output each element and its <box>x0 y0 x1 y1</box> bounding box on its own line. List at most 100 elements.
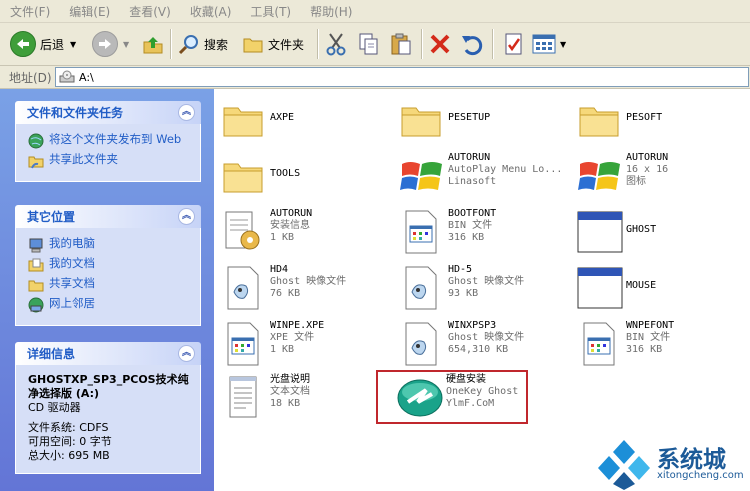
file-name: HD4 <box>270 264 289 275</box>
collapse-chevron-icon[interactable]: ︽ <box>178 104 195 121</box>
file-type: AutoPlay Menu Lo... <box>448 164 563 175</box>
place-my-computer[interactable]: 我的电脑 <box>28 237 192 253</box>
watermark-title: 系统城 <box>657 447 726 473</box>
tasks-panel-header[interactable]: 文件和文件夹任务 ︽ <box>15 101 201 124</box>
file-text: AUTORUN 16 x 16 图标 <box>626 152 668 188</box>
collapse-chevron-icon[interactable]: ︽ <box>178 345 195 362</box>
up-folder-button[interactable] <box>142 28 164 60</box>
file-name: BOOTFONT <box>448 208 497 219</box>
file-text: WINXPSP3 Ghost 映像文件 654,310 KB <box>448 320 524 356</box>
place-my-documents[interactable]: 我的文档 <box>28 257 192 273</box>
menu-view[interactable]: 查看(V) <box>119 3 180 20</box>
file-folder-tasks-panel: 文件和文件夹任务 ︽ 将这个文件夹发布到 Web 共享此文件夹 <box>15 101 201 182</box>
file-type: XPE 文件 <box>270 332 315 343</box>
folder-icon <box>223 163 263 193</box>
file-item[interactable]: AUTORUN 16 x 16 图标 <box>576 152 750 204</box>
file-meta: 316 KB <box>626 344 663 355</box>
properties-button[interactable] <box>502 28 526 60</box>
file-item[interactable]: PESETUP <box>398 96 574 148</box>
address-label: 地址(D) <box>9 71 52 85</box>
file-item[interactable]: HD4 Ghost 映像文件 76 KB <box>220 264 396 316</box>
views-dropdown-icon[interactable]: ▼ <box>560 40 566 49</box>
copy-button[interactable] <box>357 28 381 60</box>
menu-tools[interactable]: 工具(T) <box>240 3 300 20</box>
file-item[interactable]: WNPEFONT BIN 文件 316 KB <box>576 320 750 372</box>
file-name: PESETUP <box>448 112 491 123</box>
watermark: 系统城 xitongcheng.com <box>595 436 750 491</box>
file-text: HD-5 Ghost 映像文件 93 KB <box>448 264 524 300</box>
file-item[interactable]: GHOST <box>576 208 750 260</box>
window-icon <box>577 267 623 309</box>
task-pane: 文件和文件夹任务 ︽ 将这个文件夹发布到 Web 共享此文件夹 其它位置 ︽ 我… <box>0 89 214 491</box>
place-network[interactable]: 网上邻居 <box>28 297 192 313</box>
delete-button[interactable] <box>428 28 452 60</box>
file-item[interactable]: PESOFT <box>576 96 750 148</box>
file-item[interactable]: 光盘说明 文本文档 18 KB <box>220 374 396 426</box>
forward-button[interactable]: ▼ <box>92 28 129 60</box>
file-item[interactable]: AUTORUN AutoPlay Menu Lo... Linasoft <box>398 152 574 204</box>
drive-free-space: 可用空间: 0 字节 <box>28 435 112 448</box>
cut-button[interactable] <box>324 28 348 60</box>
details-panel-title: 详细信息 <box>27 347 76 361</box>
forward-dropdown-icon[interactable]: ▼ <box>123 40 129 49</box>
file-meta: 18 KB <box>270 398 301 409</box>
file-name: GHOST <box>626 224 657 235</box>
file-item[interactable]: AUTORUN 安装信息 1 KB <box>220 208 396 260</box>
back-dropdown-icon[interactable]: ▼ <box>70 40 76 49</box>
search-icon <box>178 35 198 55</box>
details-panel-header[interactable]: 详细信息 ︽ <box>15 342 201 365</box>
place-label: 我的电脑 <box>49 236 95 250</box>
folders-label: 文件夹 <box>268 37 305 52</box>
file-name: HD-5 <box>448 264 473 275</box>
menu-edit[interactable]: 编辑(E) <box>59 3 119 20</box>
shared-documents-icon <box>28 280 44 292</box>
file-text: BOOTFONT BIN 文件 316 KB <box>448 208 496 244</box>
file-name: MOUSE <box>626 280 657 291</box>
file-item[interactable]: MOUSE <box>576 264 750 316</box>
windows-logo-icon <box>400 162 442 190</box>
file-type: Ghost 映像文件 <box>448 276 525 287</box>
windows-logo-icon <box>578 162 620 190</box>
window-icon <box>577 211 623 253</box>
file-type: BIN 文件 <box>448 220 493 231</box>
app-file-icon <box>227 322 259 366</box>
folders-button[interactable]: 文件夹 <box>242 28 304 60</box>
menu-favorites[interactable]: 收藏(A) <box>180 3 241 20</box>
back-button[interactable]: 后退 ▼ <box>10 28 76 60</box>
file-text: AUTORUN 安装信息 1 KB <box>270 208 312 244</box>
share-folder-label: 共享此文件夹 <box>49 152 118 166</box>
file-item[interactable]: TOOLS <box>220 152 396 204</box>
drive-name: GHOSTXP_SP3_PCOS技术纯净选择版 (A:) <box>28 373 189 400</box>
undo-button[interactable] <box>460 28 484 60</box>
address-input[interactable]: A:\ <box>55 67 749 87</box>
file-item[interactable]: HD-5 Ghost 映像文件 93 KB <box>398 264 574 316</box>
folders-icon <box>243 38 263 53</box>
tasks-panel-title: 文件和文件夹任务 <box>27 106 124 120</box>
places-panel-title: 其它位置 <box>27 210 76 224</box>
menu-help[interactable]: 帮助(H) <box>300 3 361 20</box>
paste-button[interactable] <box>389 28 413 60</box>
file-name: AUTORUN <box>270 208 313 219</box>
share-folder-link[interactable]: 共享此文件夹 <box>28 153 192 169</box>
file-type: 安装信息 <box>270 220 310 231</box>
file-item[interactable]: WINXPSP3 Ghost 映像文件 654,310 KB <box>398 320 574 372</box>
forward-arrow-icon <box>92 31 118 57</box>
views-button[interactable]: ▼ <box>532 28 566 60</box>
file-meta: 316 KB <box>448 232 485 243</box>
file-text: AUTORUN AutoPlay Menu Lo... Linasoft <box>448 152 562 188</box>
file-item[interactable]: WINPE.XPE XPE 文件 1 KB <box>220 320 396 372</box>
watermark-site: xitongcheng.com <box>657 470 744 481</box>
publish-web-link[interactable]: 将这个文件夹发布到 Web <box>28 133 192 149</box>
file-item[interactable]: BOOTFONT BIN 文件 316 KB <box>398 208 574 260</box>
folder-icon <box>401 107 441 137</box>
file-text: 光盘说明 文本文档 18 KB <box>270 374 310 410</box>
menu-file[interactable]: 文件(F) <box>0 3 59 20</box>
collapse-chevron-icon[interactable]: ︽ <box>178 208 195 225</box>
highlight-box <box>376 370 528 424</box>
file-item[interactable]: AXPE <box>220 96 396 148</box>
file-name: AXPE <box>270 112 295 123</box>
places-panel-header[interactable]: 其它位置 ︽ <box>15 205 201 228</box>
search-button[interactable]: 搜索 <box>178 28 228 60</box>
network-icon <box>28 297 44 313</box>
place-shared-documents[interactable]: 共享文档 <box>28 277 192 293</box>
